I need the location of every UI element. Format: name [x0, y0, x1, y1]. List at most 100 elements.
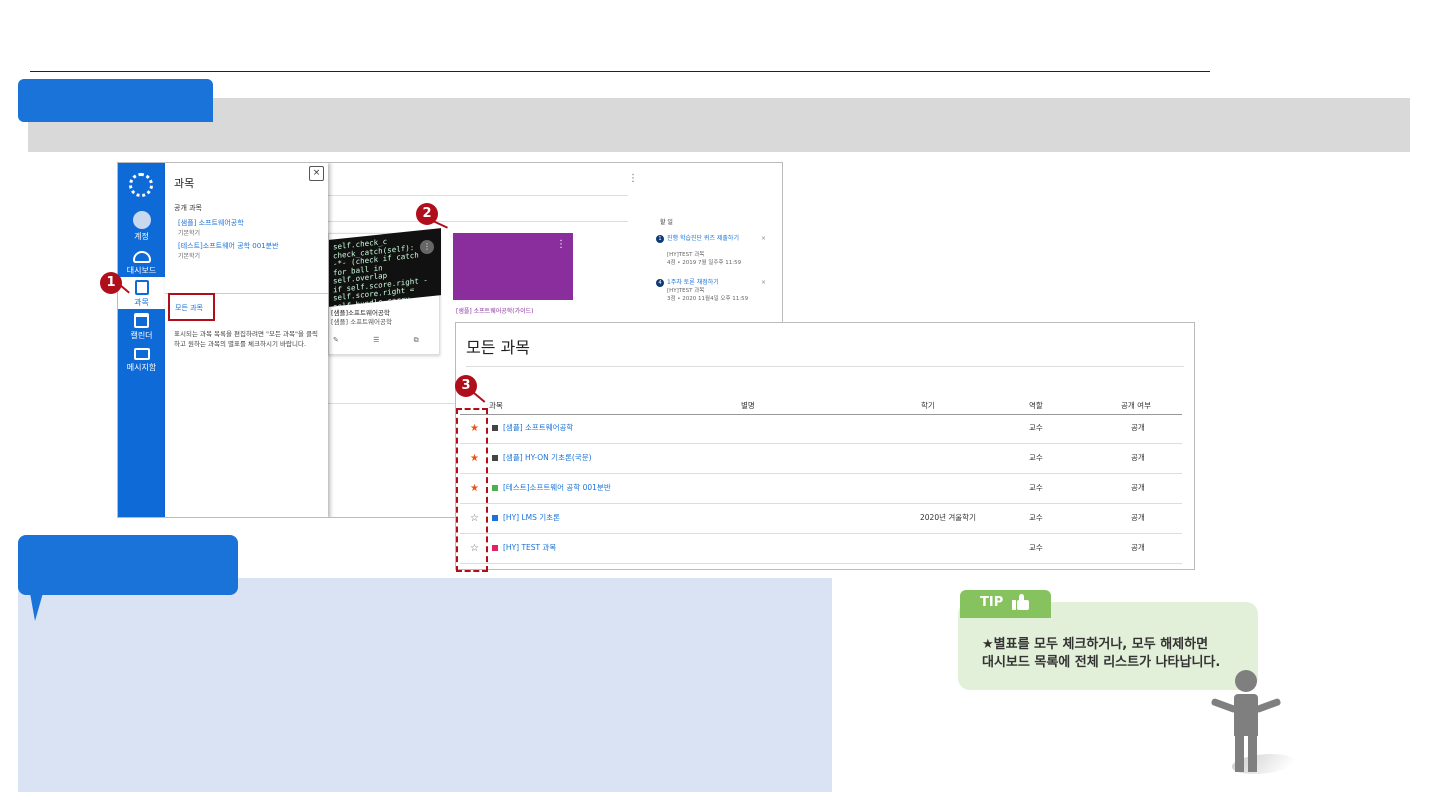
nav-label: 계정 — [134, 232, 149, 241]
thumbs-up-icon — [1012, 594, 1030, 610]
todo-heading: 할 일 — [660, 219, 673, 226]
course-color-square — [492, 485, 498, 491]
person-illustration — [1205, 670, 1302, 780]
course-card-color — [453, 233, 573, 300]
top-rule — [30, 71, 1210, 72]
course-card-title[interactable]: [샘플] 소프트웨어공학(가이드) — [456, 306, 534, 315]
term-cell: 2020년 겨울학기 — [920, 513, 976, 522]
close-icon[interactable]: × — [309, 166, 324, 181]
column-header-role[interactable]: 역할 — [1029, 400, 1043, 411]
card-options-icon[interactable]: ⋮ — [420, 240, 434, 254]
course-link[interactable]: [HY] LMS 기초론 — [503, 512, 560, 523]
explanation-panel — [18, 578, 832, 792]
published-cell: 공개 — [1131, 423, 1145, 432]
more-options-icon[interactable]: ⋮ — [628, 173, 638, 184]
course-link[interactable]: [샘플] 소프트웨어공학 — [503, 422, 573, 433]
tip-line: ★별표를 모두 체크하거나, 모두 해제하면 — [982, 637, 1209, 652]
tip-label-text: TIP — [980, 595, 1004, 610]
role-cell: 교수 — [1029, 543, 1043, 552]
published-cell: 공개 — [1131, 513, 1145, 522]
nav-item-dashboard[interactable]: 대시보드 — [118, 247, 165, 276]
course-card[interactable]: ⋮ [샘플] 소프트웨어공학(가이드) — [453, 233, 573, 325]
dismiss-icon[interactable]: × — [761, 279, 766, 287]
all-courses-link[interactable]: 모든 과목 — [168, 293, 215, 321]
course-color-square — [492, 545, 498, 551]
course-link[interactable]: [HY] TEST 과목 — [503, 542, 556, 553]
table-row: ☆ [HY] LMS 기초론 2020년 겨울학기 교수 공개 — [460, 504, 1182, 534]
tray-description: 표시되는 과목 목록을 편집하려면 "모든 과목"을 클릭하고 원하는 과목의 … — [174, 330, 318, 348]
column-header-nickname[interactable]: 별명 — [741, 400, 755, 411]
tray-subtitle: 공개 과목 — [174, 204, 202, 212]
nav-label: 메시지함 — [126, 363, 157, 372]
role-cell: 교수 — [1029, 513, 1043, 522]
course-color-square — [492, 455, 498, 461]
step-marker-1: 1 — [100, 272, 122, 294]
todo-link[interactable]: 진행 학습진단 퀴즈 제출하기 — [667, 235, 755, 243]
nav-item-account[interactable]: 계정 — [118, 211, 165, 242]
table-row: ★ [테스트]소프트웨어 공학 001분반 교수 공개 — [460, 474, 1182, 504]
course-color-square — [492, 515, 498, 521]
role-cell: 교수 — [1029, 483, 1043, 492]
role-cell: 교수 — [1029, 453, 1043, 462]
table-row: ★ [샘플] 소프트웨어공학 교수 공개 — [460, 414, 1182, 444]
star-column-highlight — [456, 408, 488, 572]
step-marker-3: 3 — [455, 375, 477, 397]
course-color-square — [492, 425, 498, 431]
todo-meta: 4점 • 2019 7월 일주후 11:59 — [667, 260, 742, 266]
card-options-icon[interactable]: ⋮ — [556, 239, 566, 250]
course-link[interactable]: [샘플] HY-ON 기초론(국문) — [503, 452, 592, 463]
courses-tray: × 과목 공개 과목 [샘플] 소프트웨어공학 기본학기 [테스트]소프트웨어 … — [165, 163, 328, 517]
todo-course: [HY]TEST 과목 — [667, 288, 705, 294]
table-row: ☆ [HY] TEST 과목 교수 공개 — [460, 534, 1182, 564]
inbox-icon — [133, 348, 150, 360]
column-header-published[interactable]: 공개 여부 — [1121, 400, 1151, 411]
table-row: ★ [샘플] HY-ON 기초론(국문) 교수 공개 — [460, 444, 1182, 474]
nav-item-calendar[interactable]: 캘린더 — [118, 313, 165, 341]
nav-label: 캘린더 — [130, 331, 153, 340]
page-title: 모든 과목 — [466, 338, 530, 357]
tray-course-link[interactable]: [샘플] 소프트웨어공학 — [178, 218, 244, 228]
dismiss-icon[interactable]: × — [761, 235, 766, 243]
avatar-icon — [132, 211, 151, 229]
todo-item[interactable]: 1 진행 학습진단 퀴즈 제출하기 × [HY]TEST 과목 4점 • 201… — [656, 235, 766, 271]
section-tab-blue — [18, 79, 213, 122]
card-action-icons[interactable]: ✎ ☰ ⧉ — [333, 336, 435, 345]
step-marker-2: 2 — [416, 203, 438, 225]
tray-course-term: 기본학기 — [178, 253, 201, 260]
nav-label: 대시보드 — [126, 266, 157, 275]
global-nav: 계정 대시보드 과목 캘린더 메시지함 — [118, 163, 165, 517]
course-link[interactable]: [테스트]소프트웨어 공학 001분반 — [503, 482, 611, 493]
all-courses-screenshot: 모든 과목 과목 별명 학기 역할 공개 여부 ★ [샘플] 소프트웨어공학 교… — [455, 322, 1195, 570]
logo-icon[interactable] — [129, 173, 153, 197]
todo-link[interactable]: 1주차 토론 채점하기 — [667, 279, 755, 287]
course-card-subtitle: [샘플] 소프트웨어공학 — [331, 318, 392, 326]
tray-title: 과목 — [174, 177, 195, 190]
nav-label: 과목 — [134, 298, 149, 307]
published-cell: 공개 — [1131, 543, 1145, 552]
nav-item-inbox[interactable]: 메시지함 — [118, 345, 165, 373]
nav-item-courses[interactable]: 과목 — [118, 277, 165, 309]
role-cell: 교수 — [1029, 423, 1043, 432]
tip-line: 대시보드 목록에 전체 리스트가 나타납니다. — [982, 655, 1221, 670]
published-cell: 공개 — [1131, 453, 1145, 462]
header-band — [28, 98, 1410, 152]
column-header-course[interactable]: 과목 — [489, 400, 503, 411]
calendar-icon — [134, 313, 149, 328]
tray-course-link[interactable]: [테스트]소프트웨어 공학 001분반 — [178, 241, 279, 251]
divider — [328, 195, 628, 196]
todo-count-badge: 4 — [656, 279, 664, 287]
tip-text: ★별표를 모두 체크하거나, 모두 해제하면 대시보드 목록에 전체 리스트가 … — [982, 636, 1220, 672]
tray-course-term: 기본학기 — [178, 230, 201, 237]
course-card[interactable]: self.check_c check_catch(self): -*- (che… — [328, 228, 441, 355]
tip-label: TIP — [960, 590, 1051, 618]
todo-count-badge: 1 — [656, 235, 664, 243]
column-header-term[interactable]: 학기 — [921, 400, 935, 411]
divider — [466, 366, 1184, 367]
todo-item[interactable]: 4 1주차 토론 채점하기 × [HY]TEST 과목 3점 • 2020 11… — [656, 279, 766, 315]
dashboard-icon — [132, 251, 151, 263]
todo-course: [HY]TEST 과목 — [667, 252, 705, 258]
published-cell: 공개 — [1131, 483, 1145, 492]
callout-tail — [30, 593, 43, 621]
divider — [328, 221, 628, 222]
callout-tab-blue — [18, 535, 238, 595]
